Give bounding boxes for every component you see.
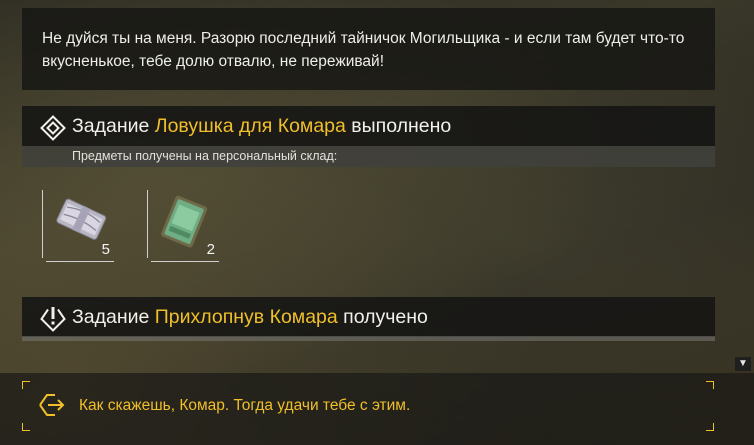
quest-diamond-icon	[40, 115, 66, 141]
choice-text[interactable]: Как скажешь, Комар. Тогда удачи тебе с э…	[79, 397, 410, 415]
dialog-choice-option[interactable]: Как скажешь, Комар. Тогда удачи тебе с э…	[0, 373, 754, 445]
corner-bracket	[706, 423, 714, 431]
quest-completed-banner: Задание Ловушка для Комара выполнено	[22, 106, 715, 146]
choice-arrow-icon	[39, 394, 65, 416]
quest-completed-prefix: Задание	[72, 115, 155, 137]
quest-completed-suffix: выполнено	[345, 115, 452, 137]
reward-item-count: 2	[206, 241, 215, 258]
scroll-down-icon[interactable]: ▼	[735, 357, 751, 371]
items-received-bar: Предметы получены на персональный склад:	[22, 146, 715, 167]
quest-exclamation-icon	[40, 307, 66, 332]
corner-bracket	[706, 381, 714, 389]
quest-completed-name[interactable]: Ловушка для Комара	[155, 115, 346, 137]
quest-received-banner: Задание Прихлопнув Комара получено	[22, 297, 715, 337]
npc-dialog-text: Не дуйся ты на меня. Разорю последний та…	[42, 30, 685, 70]
quest-received-title: Задание Прихлопнув Комара получено	[72, 306, 428, 329]
reward-item-count: 5	[101, 241, 110, 258]
divider	[22, 336, 715, 341]
quest-received-suffix: получено	[337, 306, 428, 328]
reward-item-slot[interactable]: 5	[42, 190, 114, 262]
reward-item-slot[interactable]: 2	[147, 190, 219, 262]
quest-received-name[interactable]: Прихлопнув Комара	[155, 306, 338, 328]
quest-completed-title: Задание Ловушка для Комара выполнено	[72, 115, 451, 138]
npc-dialog-panel: Не дуйся ты на меня. Разорю последний та…	[22, 8, 715, 90]
quest-received-prefix: Задание	[72, 306, 155, 328]
corner-bracket	[22, 423, 30, 431]
items-received-label: Предметы получены на персональный склад:	[72, 149, 338, 163]
corner-bracket	[22, 381, 30, 389]
